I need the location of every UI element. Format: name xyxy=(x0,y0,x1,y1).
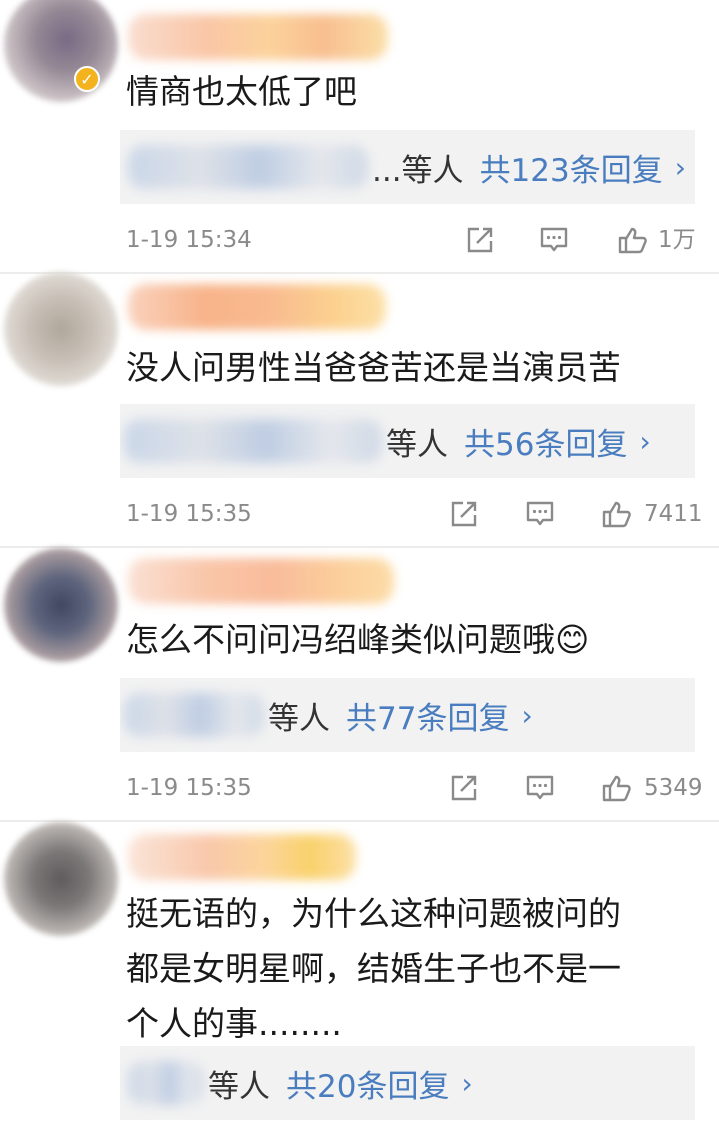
like-count: 7411 xyxy=(644,501,703,527)
thumbs-up-icon[interactable] xyxy=(600,498,632,530)
replies-preview[interactable]: 等人 共77条回复 › xyxy=(120,678,695,752)
avatar[interactable] xyxy=(4,0,118,102)
comment-icon[interactable] xyxy=(524,772,556,804)
username[interactable] xyxy=(128,284,386,330)
chevron-right-icon: › xyxy=(461,1066,473,1100)
timestamp: 1-19 15:35 xyxy=(126,775,252,801)
timestamp: 1-19 15:35 xyxy=(126,501,252,527)
replies-preview[interactable]: ...等人 共123条回复 › xyxy=(120,130,695,204)
avatar[interactable] xyxy=(4,822,118,936)
share-icon[interactable] xyxy=(448,498,480,530)
like-count: 1万 xyxy=(658,227,696,253)
replies-preview[interactable]: 等人 共56条回复 › xyxy=(120,404,695,478)
thumbs-up-icon[interactable] xyxy=(616,224,648,256)
reply-users-suffix: 等人 xyxy=(208,1068,270,1105)
comment-meta: 1-19 15:35 5349 xyxy=(126,768,703,808)
username[interactable] xyxy=(128,14,388,60)
comment-text: 情商也太低了吧 xyxy=(126,72,357,111)
comment-icon[interactable] xyxy=(538,224,570,256)
comment-meta: 1-19 15:34 1万 xyxy=(126,220,696,260)
chevron-right-icon: › xyxy=(674,150,686,184)
comment-icon[interactable] xyxy=(524,498,556,530)
like-count: 5349 xyxy=(644,775,703,801)
comment-meta: 1-19 15:35 7411 xyxy=(126,494,703,534)
comment-text: 挺无语的，为什么这种问题被问的 都是女明星啊，结婚生子也不是一 个人的事....… xyxy=(126,894,621,1043)
share-icon[interactable] xyxy=(464,224,496,256)
reply-count-link[interactable]: 共123条回复 xyxy=(480,145,663,190)
reply-users xyxy=(128,145,368,189)
reply-users xyxy=(124,419,382,463)
reply-users xyxy=(128,1061,204,1105)
avatar[interactable] xyxy=(4,272,118,386)
reply-users-suffix: ...等人 xyxy=(372,152,464,189)
chevron-right-icon: › xyxy=(521,698,533,732)
divider xyxy=(0,272,719,274)
reply-users-suffix: 等人 xyxy=(268,700,330,737)
reply-count-link[interactable]: 共56条回复 xyxy=(464,419,627,464)
divider xyxy=(0,546,719,548)
replies-preview[interactable]: 等人 共20条回复 › xyxy=(120,1046,695,1120)
reply-users-suffix: 等人 xyxy=(386,426,448,463)
comment-text: 没人问男性当爸爸苦还是当演员苦 xyxy=(126,348,621,387)
divider xyxy=(0,820,719,822)
reply-count-link[interactable]: 共77条回复 xyxy=(346,693,509,738)
avatar[interactable] xyxy=(4,548,118,662)
thumbs-up-icon[interactable] xyxy=(600,772,632,804)
username[interactable] xyxy=(128,558,394,604)
comment-text: 怎么不问问冯绍峰类似问题哦😊 xyxy=(126,620,590,659)
reply-count-link[interactable]: 共20条回复 xyxy=(286,1061,449,1106)
share-icon[interactable] xyxy=(448,772,480,804)
chevron-right-icon: › xyxy=(639,424,651,458)
reply-users xyxy=(124,693,264,737)
timestamp: 1-19 15:34 xyxy=(126,227,252,253)
verified-badge-icon: ✓ xyxy=(74,66,100,92)
username[interactable] xyxy=(128,834,356,880)
